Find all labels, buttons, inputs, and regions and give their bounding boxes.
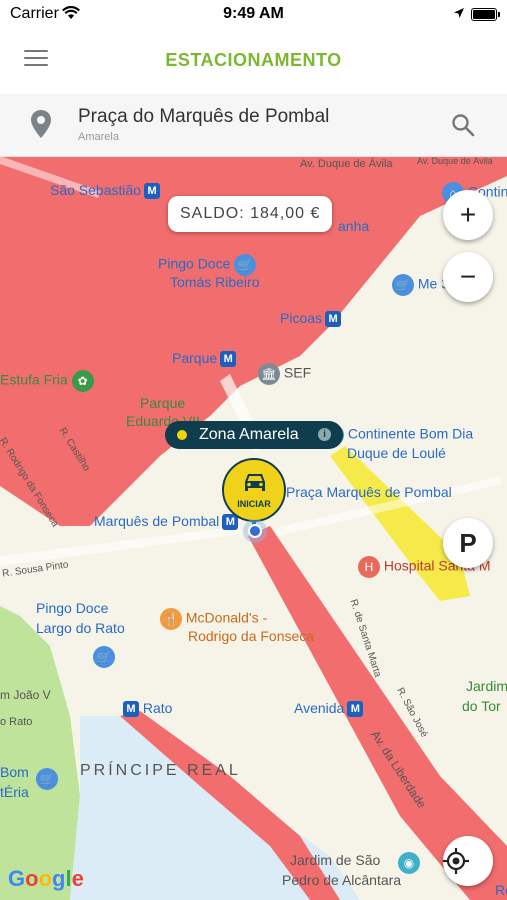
location-arrow-icon bbox=[454, 8, 464, 18]
status-bar: Carrier 9:49 AM bbox=[0, 0, 507, 30]
map-label-park: Parque bbox=[140, 395, 186, 411]
zoom-out-button[interactable]: − bbox=[443, 252, 493, 302]
building-icon: 🏛 bbox=[258, 363, 280, 385]
map-label-poi: Duque de Loulé bbox=[347, 445, 446, 461]
zone-name: Zona Amarela bbox=[199, 426, 299, 443]
balance-badge: SALDO: 184,00 € bbox=[168, 196, 333, 232]
map-label-metro: Parque M bbox=[172, 350, 237, 368]
metro-name: Rato bbox=[142, 700, 173, 716]
parking-map[interactable]: Av. Duque de Ávila Av. Duque de Ávila Sã… bbox=[0, 156, 507, 900]
map-label-district: PRÍNCIPE REAL bbox=[80, 762, 241, 779]
metro-name: Avenida bbox=[294, 700, 345, 716]
map-label-poi: Tomás Ribeiro bbox=[170, 274, 260, 290]
cart-icon: 🛒 bbox=[93, 646, 115, 668]
metro-name: Marquês de Pombal bbox=[94, 513, 220, 529]
zone-color-dot bbox=[177, 430, 187, 440]
zoom-in-button[interactable]: + bbox=[443, 190, 493, 240]
map-label-poi: 🛒 bbox=[93, 646, 115, 668]
start-parking-button[interactable]: INICIAR bbox=[222, 458, 286, 522]
map-label-metro: Marquês de Pombal M bbox=[94, 513, 239, 531]
metro-icon: M bbox=[347, 701, 364, 718]
poi-name: SEF bbox=[283, 364, 312, 381]
selected-zone: Amarela bbox=[78, 131, 119, 143]
crosshair-icon bbox=[443, 848, 469, 874]
zone-callout[interactable]: Zona Amarela i bbox=[165, 421, 343, 449]
map-label-street: Av. Duque de Ávila bbox=[417, 156, 493, 166]
current-location-dot bbox=[243, 519, 267, 543]
car-icon bbox=[245, 474, 265, 491]
tree-icon: ✿ bbox=[71, 370, 94, 392]
map-label-poi: ◉ bbox=[398, 852, 420, 874]
google-logo: Google bbox=[8, 866, 84, 891]
map-label-poi: Rodrigo da Fonseca bbox=[188, 628, 315, 644]
poi-name: Continente Bom Dia bbox=[347, 425, 474, 442]
camera-icon: ◉ bbox=[398, 852, 420, 874]
map-label-street: m João V bbox=[0, 688, 51, 702]
map-pin-icon bbox=[31, 110, 51, 138]
parking-button[interactable]: P bbox=[443, 518, 493, 568]
map-label-street: Av. Duque de Ávila bbox=[300, 158, 393, 170]
cart-icon: 🛒 bbox=[234, 254, 257, 276]
location-search-bar[interactable]: Praça do Marquês de Pombal Amarela bbox=[0, 94, 507, 157]
map-label-poi: Pingo Doce bbox=[36, 600, 109, 616]
map-label-poi: Jardim de São bbox=[290, 852, 381, 868]
map-label-metro: São Sebastião M bbox=[50, 182, 161, 200]
map-label-poi: 🍴 McDonald's - bbox=[160, 608, 267, 630]
map-label-metro: Picoas M bbox=[280, 310, 342, 328]
poi-name: Pingo Doce bbox=[158, 255, 231, 272]
metro-icon: M bbox=[325, 311, 342, 328]
map-label-park: do Tor bbox=[462, 698, 501, 714]
poi-name: Me bbox=[417, 275, 438, 292]
map-label-metro: Avenida M bbox=[294, 700, 364, 718]
metro-name: Parque bbox=[172, 350, 218, 366]
battery-icon bbox=[471, 8, 500, 21]
cart-icon: 🛒 bbox=[36, 768, 58, 790]
map-label-poi: 🛒 Continente Bom Dia bbox=[322, 424, 473, 446]
metro-icon: M bbox=[220, 351, 237, 368]
map-label-poi: anha bbox=[338, 218, 370, 234]
nav-bar: ESTACIONAMENTO bbox=[0, 30, 507, 92]
map-label-park: Jardim bbox=[466, 678, 507, 694]
info-icon[interactable]: i bbox=[318, 428, 331, 441]
map-label-poi: 🏛 SEF bbox=[258, 363, 311, 385]
map-label-poi: Re bbox=[495, 882, 507, 898]
map-label-poi: Largo do Rato bbox=[36, 620, 125, 636]
map-label-street: o Rato bbox=[0, 716, 33, 728]
page-title: ESTACIONAMENTO bbox=[165, 50, 342, 70]
map-label-metro: M Rato bbox=[120, 700, 173, 718]
map-label-poi: Estufa Fria ✿ bbox=[0, 370, 94, 392]
map-label-poi: Bom bbox=[0, 764, 29, 780]
metro-icon: M bbox=[144, 183, 161, 200]
map-label-poi: 🛒 bbox=[36, 768, 58, 790]
start-label: INICIAR bbox=[237, 499, 271, 509]
search-icon[interactable] bbox=[451, 113, 475, 137]
locate-me-button[interactable] bbox=[443, 836, 493, 886]
map-label-poi: Praça Marquês de Pombal bbox=[286, 484, 452, 500]
restaurant-icon: 🍴 bbox=[160, 608, 182, 630]
hospital-icon: H bbox=[358, 556, 380, 578]
poi-name: McDonald's - bbox=[185, 609, 268, 626]
map-label-poi: Pingo Doce 🛒 bbox=[158, 254, 257, 276]
metro-icon: M bbox=[123, 701, 139, 718]
cart-icon: 🛒 bbox=[392, 274, 414, 296]
poi-name: Estufa Fria bbox=[0, 371, 68, 388]
selected-place: Praça do Marquês de Pombal bbox=[78, 106, 330, 127]
map-label-poi: tÉria bbox=[0, 784, 29, 800]
map-label-poi: Pedro de Alcântara bbox=[282, 872, 402, 888]
metro-name: Picoas bbox=[280, 310, 323, 326]
clock: 9:49 AM bbox=[223, 5, 284, 22]
metro-name: São Sebastião bbox=[50, 182, 142, 198]
